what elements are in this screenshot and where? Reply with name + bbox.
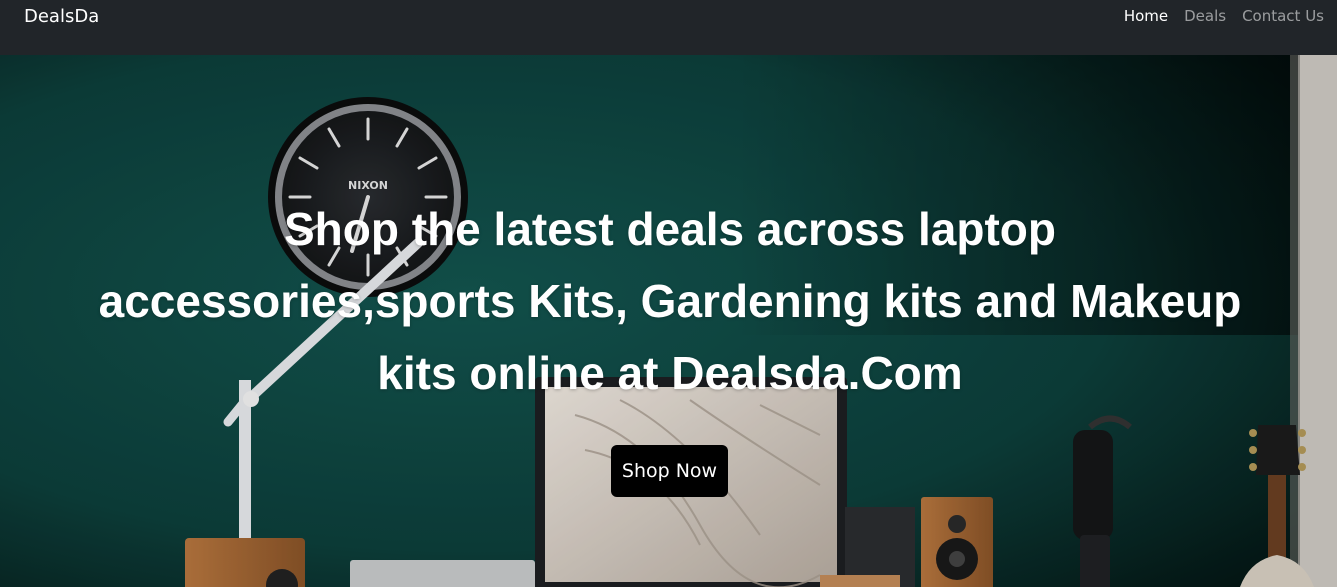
top-navbar: DealsDa Home Deals Contact Us — [0, 0, 1337, 55]
shop-now-button[interactable]: Shop Now — [611, 445, 728, 497]
nav-link-contact-us[interactable]: Contact Us — [1242, 7, 1324, 25]
nav-link-deals[interactable]: Deals — [1184, 7, 1226, 25]
nav-link-home[interactable]: Home — [1124, 7, 1168, 25]
nav-links: Home Deals Contact Us — [1124, 7, 1324, 25]
hero-title: Shop the latest deals across laptop acce… — [98, 203, 1242, 399]
hero-section: NIXON Shop the latest deals across lapto… — [0, 55, 1337, 587]
brand-logo-link[interactable]: DealsDa — [24, 6, 99, 27]
